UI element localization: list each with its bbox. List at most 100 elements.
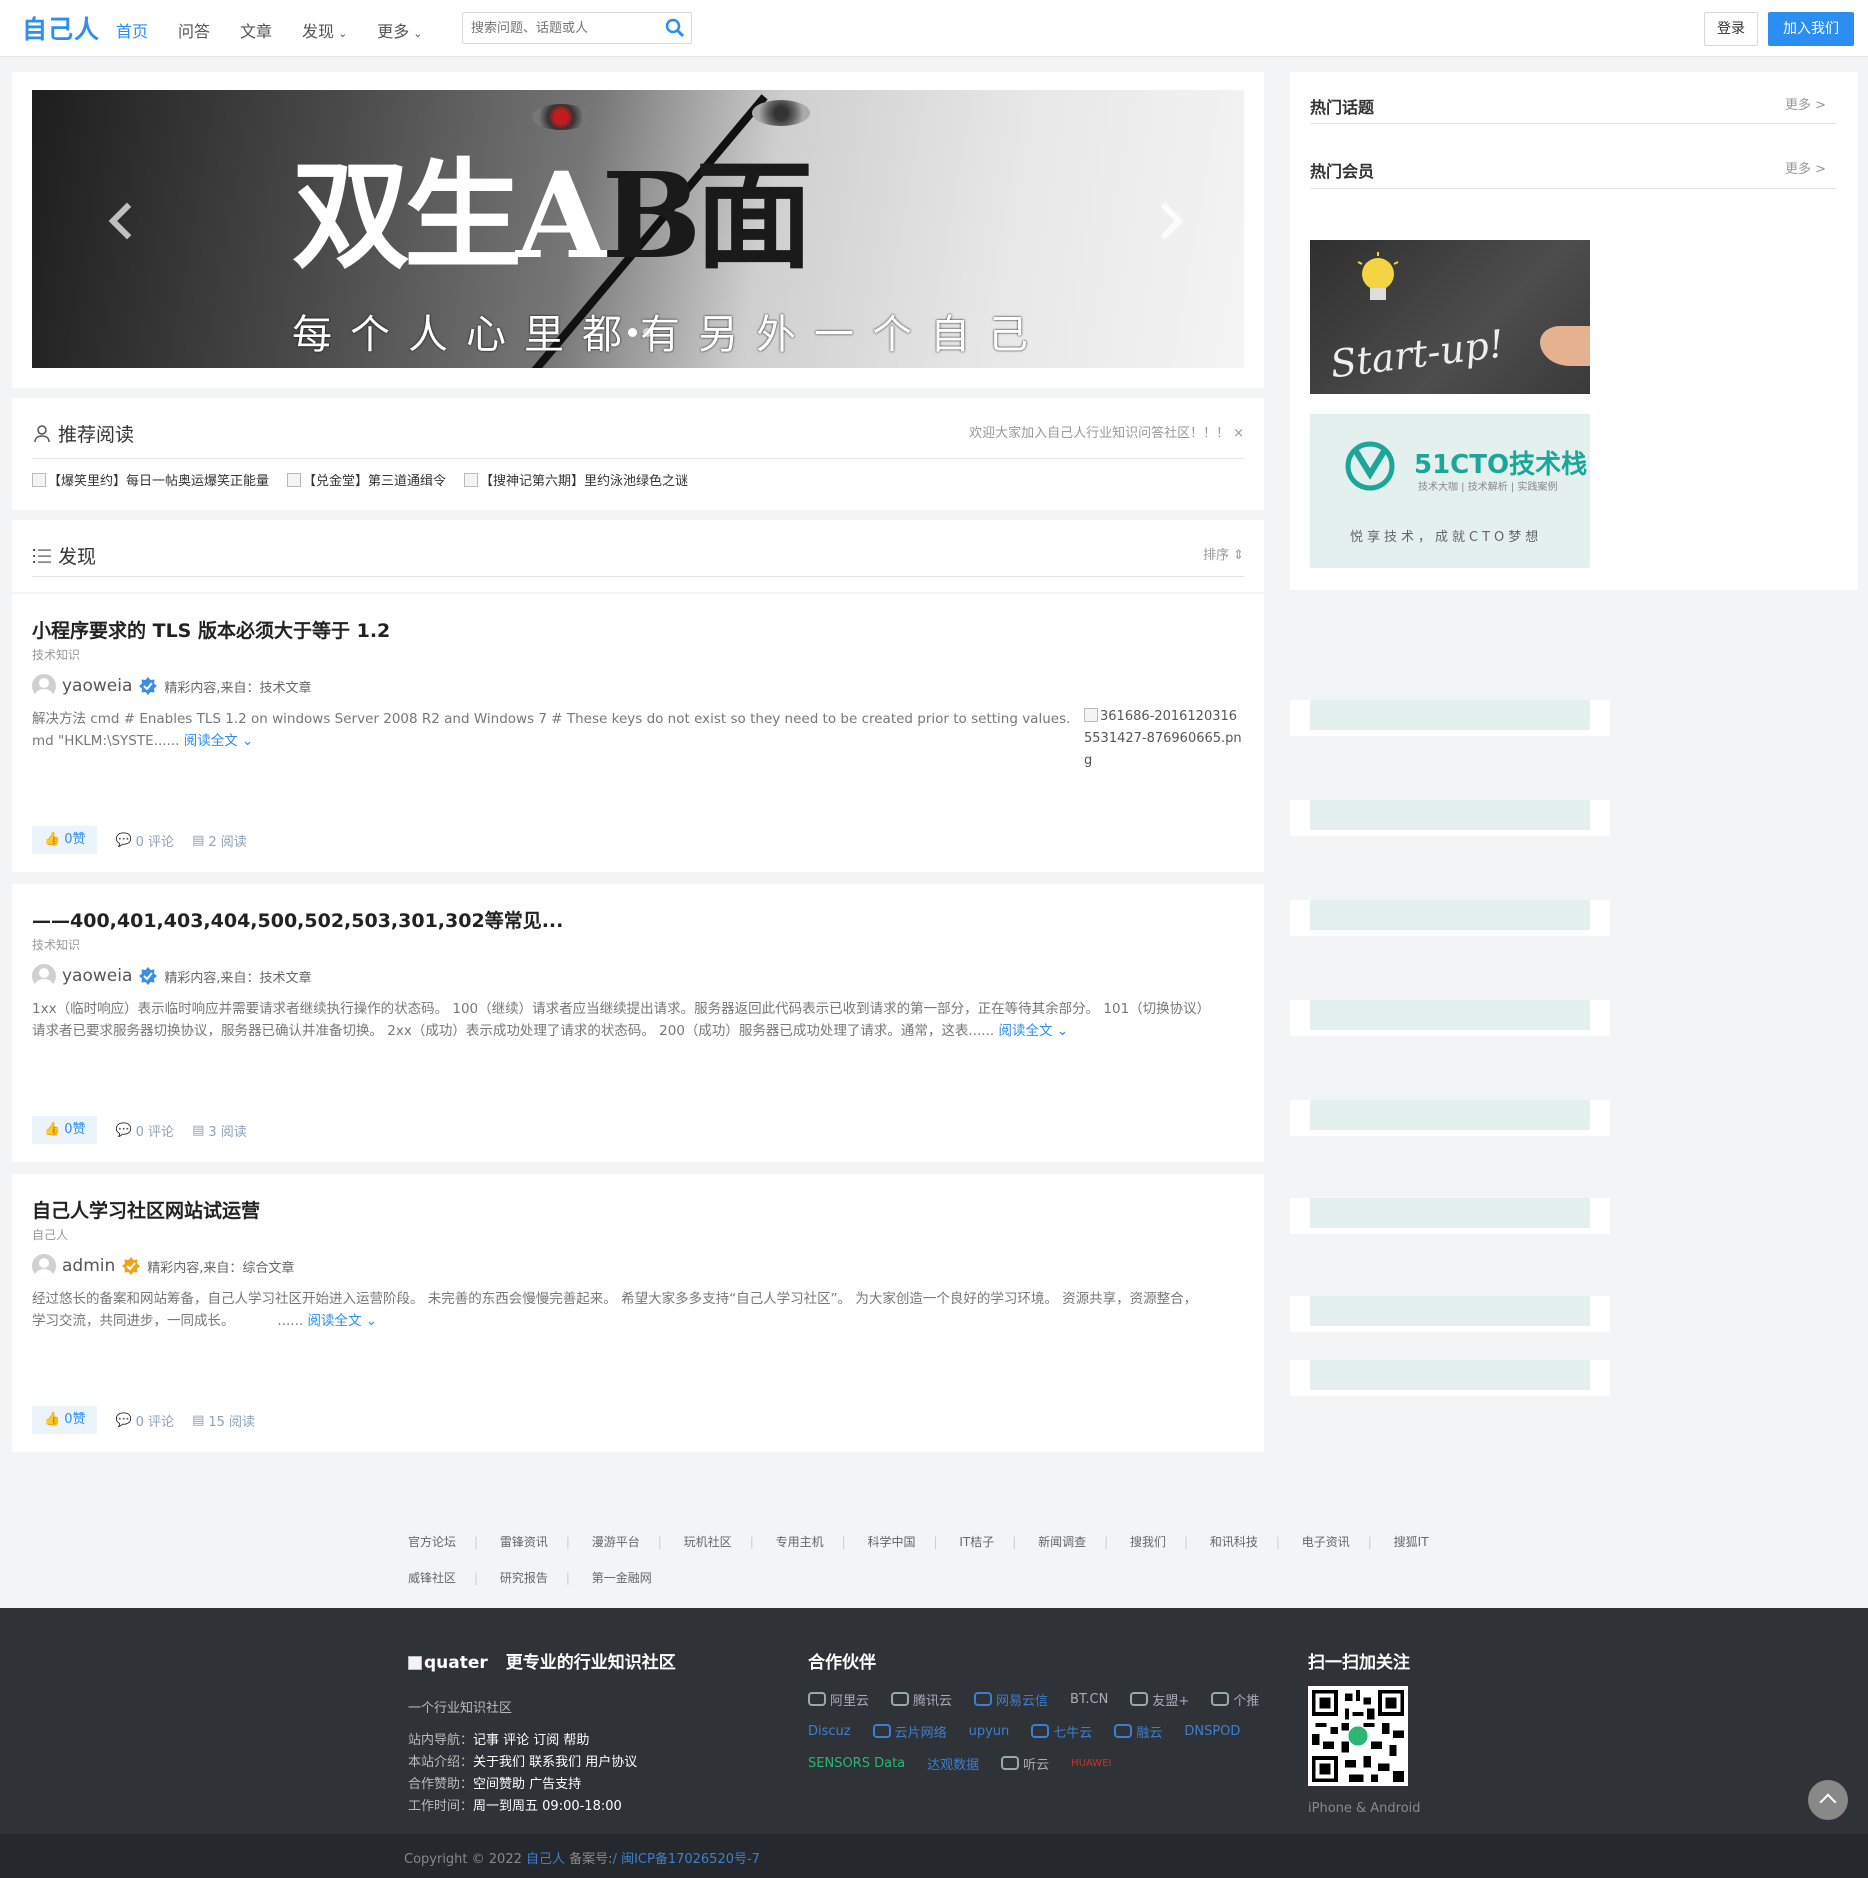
post-excerpt: 解决方法 cmd # Enables TLS 1.2 on windows Se…	[32, 708, 1070, 752]
nav-discover[interactable]: 发现 ⌄	[302, 18, 347, 42]
sort-button[interactable]: 排序 ⇕	[1203, 544, 1244, 563]
post-title[interactable]: 小程序要求的 TLS 版本必须大于等于 1.2	[32, 616, 390, 643]
partner-name: 达观数据	[927, 1757, 980, 1773]
carousel-dot[interactable]	[643, 328, 652, 337]
comments-link[interactable]: 💬 0 评论	[115, 1411, 174, 1430]
partner-logo[interactable]: 个推	[1211, 1688, 1259, 1710]
footer-link[interactable]: 搜狐IT	[1394, 1535, 1429, 1549]
footer-link[interactable]: IT桔子	[959, 1535, 994, 1549]
join-button[interactable]: 加入我们	[1768, 12, 1854, 46]
read-more-link[interactable]: 阅读全文 ⌄	[998, 1023, 1068, 1039]
partner-icon	[1211, 1692, 1230, 1706]
nav-home[interactable]: 首页	[116, 18, 148, 42]
post-title[interactable]: ——400,401,403,404,500,502,503,301,302等常见…	[32, 906, 563, 933]
post-image[interactable]: 361686-20161203165531427-876960665.png	[1084, 706, 1244, 772]
footer-link[interactable]: 专用主机	[776, 1535, 824, 1549]
footer-info-row: 合作赞助：空间赞助 广告支持	[408, 1774, 637, 1796]
separator: |	[1367, 1535, 1372, 1549]
carousel-dot[interactable]	[628, 328, 637, 337]
partner-logo[interactable]: 云片网络	[872, 1720, 947, 1742]
back-to-top-button[interactable]	[1808, 1780, 1848, 1820]
post-category[interactable]: 自己人	[32, 1226, 68, 1243]
sidebar-fragment-fill	[1310, 1360, 1590, 1390]
author-name[interactable]: yaoweia	[62, 966, 132, 986]
partner-logo[interactable]: BT.CN	[1070, 1688, 1108, 1710]
partner-logo[interactable]: 阿里云	[808, 1688, 869, 1710]
nav-more[interactable]: 更多 ⌄	[377, 18, 422, 42]
carousel-next-icon[interactable]	[1146, 202, 1184, 240]
footer-link[interactable]: 电子资讯	[1302, 1535, 1350, 1549]
carousel-prev-icon[interactable]	[108, 202, 146, 240]
partner-logo[interactable]: 融云	[1114, 1720, 1162, 1742]
nav-questions[interactable]: 问答	[178, 18, 210, 42]
footer-link[interactable]: 雷锋资讯	[500, 1535, 548, 1549]
comments-link[interactable]: 💬 0 评论	[115, 831, 174, 850]
partner-logo[interactable]: 七牛云	[1031, 1720, 1092, 1742]
nav-articles[interactable]: 文章	[240, 18, 272, 42]
footer-link[interactable]: 威锋社区	[408, 1571, 456, 1585]
51cto-ad-banner[interactable]: 51CTO技术栈 技术大咖 | 技术解析 | 实践案例 悦享技术，成就CTO梦想	[1310, 414, 1590, 568]
avatar[interactable]	[32, 964, 56, 988]
partner-logo[interactable]: 达观数据	[927, 1752, 979, 1774]
avatar[interactable]	[32, 674, 56, 698]
site-logo[interactable]: 自己人	[22, 10, 100, 46]
post-category[interactable]: 技术知识	[32, 646, 80, 663]
partner-logo[interactable]: DNSPOD	[1184, 1720, 1240, 1742]
partner-logo[interactable]: 网易云信	[974, 1688, 1048, 1710]
comment-count: 0 评论	[135, 834, 175, 850]
partner-logo[interactable]: 友盟+	[1130, 1688, 1189, 1710]
footer-link[interactable]: 玩机社区	[684, 1535, 732, 1549]
avatar[interactable]	[32, 1254, 56, 1278]
footer-link[interactable]: 和讯科技	[1210, 1535, 1258, 1549]
recommend-link[interactable]: 【搜神记第六期】里约泳池绿色之谜	[464, 470, 688, 489]
partner-logo[interactable]: SENSORS Data	[808, 1752, 905, 1774]
partner-logo[interactable]: 听云	[1001, 1752, 1049, 1774]
like-button[interactable]: 👍 0赞	[32, 1406, 98, 1434]
icp-link[interactable]: / 闽ICP备17026520号-7	[613, 1852, 760, 1867]
search-input[interactable]	[463, 13, 653, 43]
footer-link[interactable]: 新闻调查	[1038, 1535, 1086, 1549]
footer-link[interactable]: 搜我们	[1130, 1535, 1166, 1549]
banner-carousel[interactable]: 双生AB面 每个人心里都有另外一个自己	[32, 90, 1244, 368]
excerpt-line: 1xx（临时响应）表示临时响应并需要请求者继续执行操作的状态码。 100（继续）…	[32, 1001, 1211, 1017]
excerpt-line: 经过悠长的备案和网站筹备，自己人学习社区开始进入运营阶段。 未完善的东西会慢慢完…	[32, 1291, 1198, 1307]
footer-nav-links[interactable]: 记事 评论 订阅 帮助	[473, 1733, 589, 1748]
banner-headline: 双生AB面	[292, 120, 813, 291]
comments-link[interactable]: 💬 0 评论	[115, 1121, 174, 1140]
post-category[interactable]: 技术知识	[32, 936, 80, 953]
footer-link[interactable]: 官方论坛	[408, 1535, 456, 1549]
footer-link[interactable]: 科学中国	[867, 1535, 915, 1549]
main-nav: 首页 问答 文章 发现 ⌄ 更多 ⌄	[116, 18, 453, 42]
partner-name: 友盟+	[1152, 1693, 1190, 1709]
footer-sponsor-links[interactable]: 空间赞助 广告支持	[473, 1777, 581, 1792]
like-button[interactable]: 👍 0赞	[32, 826, 98, 854]
footer-link[interactable]: 研究报告	[500, 1571, 548, 1585]
partner-logo[interactable]: Discuz	[808, 1720, 851, 1742]
hot-topics-more-link[interactable]: 更多 >	[1785, 94, 1826, 113]
partner-name: DNSPOD	[1184, 1723, 1241, 1739]
like-button[interactable]: 👍 0赞	[32, 1116, 98, 1144]
footer-link[interactable]: 第一金融网	[592, 1571, 652, 1585]
copyright-site-link[interactable]: 自己人	[526, 1852, 565, 1867]
search-icon[interactable]	[665, 18, 685, 38]
partner-logo[interactable]: upyun	[969, 1720, 1010, 1742]
read-more-link[interactable]: 阅读全文 ⌄	[307, 1313, 377, 1329]
post-title[interactable]: 自己人学习社区网站试运营	[32, 1196, 260, 1223]
author-name[interactable]: admin	[62, 1256, 115, 1276]
startup-ad-banner[interactable]: Start-up!	[1310, 240, 1590, 394]
partner-logo[interactable]: 腾讯云	[891, 1688, 952, 1710]
partner-icon	[872, 1724, 891, 1738]
hot-members-more-link[interactable]: 更多 >	[1785, 158, 1826, 177]
login-button[interactable]: 登录	[1704, 12, 1758, 46]
partner-name: 融云	[1136, 1725, 1163, 1741]
footer-about-links[interactable]: 关于我们 联系我们 用户协议	[473, 1755, 637, 1770]
read-more-link[interactable]: 阅读全文 ⌄	[184, 733, 254, 749]
footer-link[interactable]: 漫游平台	[592, 1535, 640, 1549]
partner-logos: 阿里云 腾讯云 网易云信 BT.CN 友盟+ 个推 Discuz 云片网络 up…	[808, 1688, 1288, 1774]
footer-tagline: 一个行业知识社区	[408, 1701, 513, 1716]
recommend-link[interactable]: 【兑金堂】第三道通缉令	[287, 470, 446, 489]
author-name[interactable]: yaoweia	[62, 676, 132, 696]
partner-logo[interactable]: HUAWEI	[1071, 1752, 1111, 1774]
close-icon[interactable]: ×	[1233, 426, 1244, 441]
recommend-link[interactable]: 【爆笑里约】每日一帖奥运爆笑正能量	[32, 470, 269, 489]
